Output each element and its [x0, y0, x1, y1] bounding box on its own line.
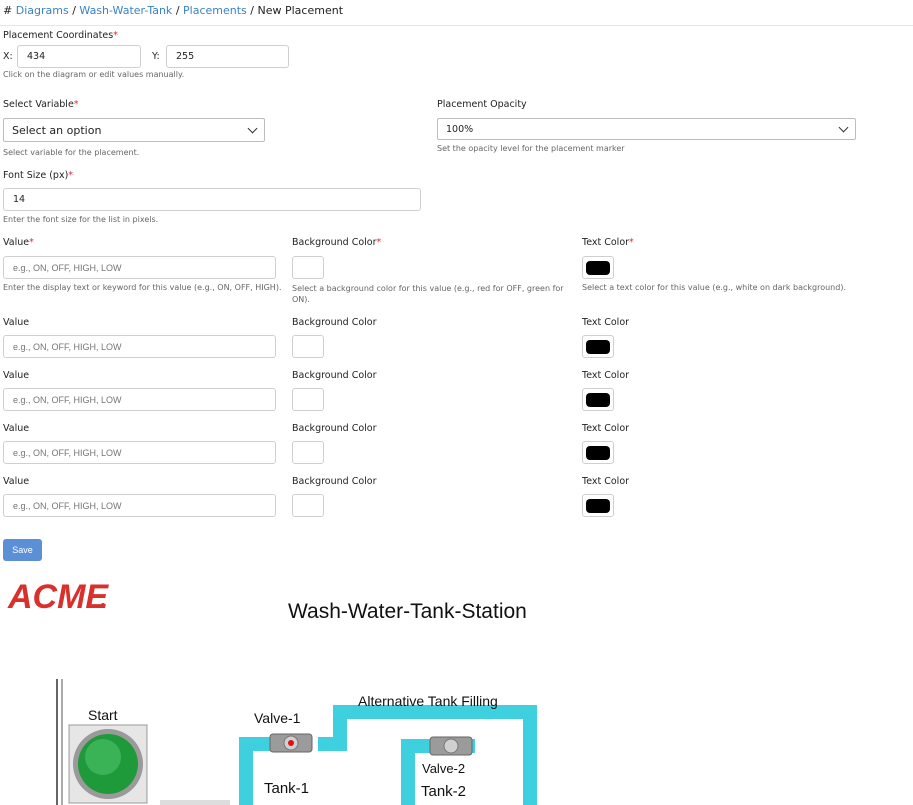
- tank-2-label: Tank-2: [421, 783, 466, 800]
- save-button[interactable]: Save: [3, 539, 42, 561]
- background-color-picker[interactable]: [292, 441, 324, 464]
- panel-wall: [61, 679, 63, 805]
- text-color-swatch: [586, 445, 610, 460]
- panel-wall: [56, 679, 58, 805]
- opacity-select-value: 100%: [446, 123, 474, 135]
- diagram-canvas[interactable]: ACME Wash-Water-Tank-Station Start Valve…: [0, 572, 913, 805]
- alternative-filling-label: Alternative Tank Filling: [358, 693, 498, 709]
- background-color-label: Background Color*: [292, 237, 382, 248]
- acme-logo: ACME: [7, 578, 109, 616]
- value-input[interactable]: [3, 388, 276, 411]
- text-color-help: Select a text color for this value (e.g.…: [582, 283, 846, 292]
- text-color-swatch: [586, 339, 610, 354]
- y-coordinate-input[interactable]: 255: [166, 45, 289, 68]
- chevron-down-icon: [838, 122, 849, 132]
- breadcrumb-diagrams-link[interactable]: Diagrams: [16, 4, 69, 17]
- text-color-swatch: [586, 260, 610, 275]
- valve-1-indicator: [288, 740, 294, 746]
- diagram-title: Wash-Water-Tank-Station: [288, 600, 527, 623]
- pipe-base: [160, 800, 230, 805]
- opacity-select[interactable]: 100%: [437, 118, 856, 140]
- opacity-label: Placement Opacity: [437, 99, 527, 110]
- variable-help: Select variable for the placement.: [3, 148, 140, 157]
- text-color-picker[interactable]: [582, 441, 614, 464]
- font-size-help: Enter the font size for the list in pixe…: [3, 215, 159, 224]
- logo-registered-mark: [101, 603, 105, 607]
- opacity-help: Set the opacity level for the placement …: [437, 144, 625, 153]
- valve-2-label: Valve-2: [422, 761, 465, 776]
- text-color-picker[interactable]: [582, 335, 614, 358]
- background-color-label: Background Color: [292, 370, 377, 381]
- text-color-picker[interactable]: [582, 256, 614, 279]
- breadcrumb-hash: #: [3, 4, 13, 17]
- breadcrumb: # Diagrams / Wash-Water-Tank / Placement…: [3, 4, 343, 17]
- valve-2-body: [443, 738, 459, 754]
- value-label: Value*: [3, 237, 34, 248]
- chevron-down-icon: [247, 123, 258, 133]
- value-help: Enter the display text or keyword for th…: [3, 283, 282, 292]
- breadcrumb-diagram-link[interactable]: Wash-Water-Tank: [79, 4, 172, 17]
- background-color-picker[interactable]: [292, 494, 324, 517]
- background-color-label: Background Color: [292, 423, 377, 434]
- text-color-label: Text Color: [582, 370, 630, 381]
- background-color-help: Select a background color for this value…: [292, 284, 564, 304]
- value-label: Value: [3, 423, 30, 434]
- text-color-label: Text Color: [582, 317, 630, 328]
- start-button-highlight: [85, 739, 121, 775]
- text-color-label: Text Color*: [582, 237, 634, 248]
- diagram-svg[interactable]: ACME Wash-Water-Tank-Station Start Valve…: [0, 572, 913, 805]
- font-size-label: Font Size (px)*: [3, 170, 74, 181]
- variable-label: Select Variable*: [3, 99, 79, 110]
- text-color-swatch: [586, 498, 610, 513]
- tank-1-label: Tank-1: [264, 780, 309, 797]
- text-color-picker[interactable]: [582, 388, 614, 411]
- value-label: Value: [3, 317, 30, 328]
- background-color-label: Background Color: [292, 476, 377, 487]
- text-color-swatch: [586, 392, 610, 407]
- text-color-label: Text Color: [582, 423, 630, 434]
- text-color-picker[interactable]: [582, 494, 614, 517]
- variable-select-value: Select an option: [12, 123, 102, 137]
- value-label: Value: [3, 370, 30, 381]
- header-divider: [0, 25, 913, 26]
- value-input[interactable]: [3, 441, 276, 464]
- background-color-picker[interactable]: [292, 335, 324, 358]
- value-label: Value: [3, 476, 30, 487]
- breadcrumb-placements-link[interactable]: Placements: [183, 4, 247, 17]
- valve-1-label: Valve-1: [254, 710, 301, 726]
- variable-select[interactable]: Select an option: [3, 118, 265, 142]
- background-color-picker[interactable]: [292, 388, 324, 411]
- start-label: Start: [88, 707, 118, 723]
- value-input[interactable]: [3, 256, 276, 279]
- font-size-input[interactable]: 14: [3, 188, 421, 211]
- breadcrumb-sep: /: [250, 4, 254, 17]
- breadcrumb-current: New Placement: [257, 4, 344, 17]
- y-label: Y:: [152, 51, 160, 62]
- breadcrumb-sep: /: [72, 4, 76, 17]
- background-color-picker[interactable]: [292, 256, 324, 279]
- breadcrumb-sep: /: [175, 4, 180, 17]
- x-label: X:: [3, 51, 13, 62]
- text-color-label: Text Color: [582, 476, 630, 487]
- value-input[interactable]: [3, 335, 276, 358]
- x-coordinate-input[interactable]: 434: [17, 45, 141, 68]
- background-color-label: Background Color: [292, 317, 377, 328]
- coordinates-label: Placement Coordinates*: [3, 30, 118, 41]
- coordinates-help: Click on the diagram or edit values manu…: [3, 70, 185, 79]
- value-input[interactable]: [3, 494, 276, 517]
